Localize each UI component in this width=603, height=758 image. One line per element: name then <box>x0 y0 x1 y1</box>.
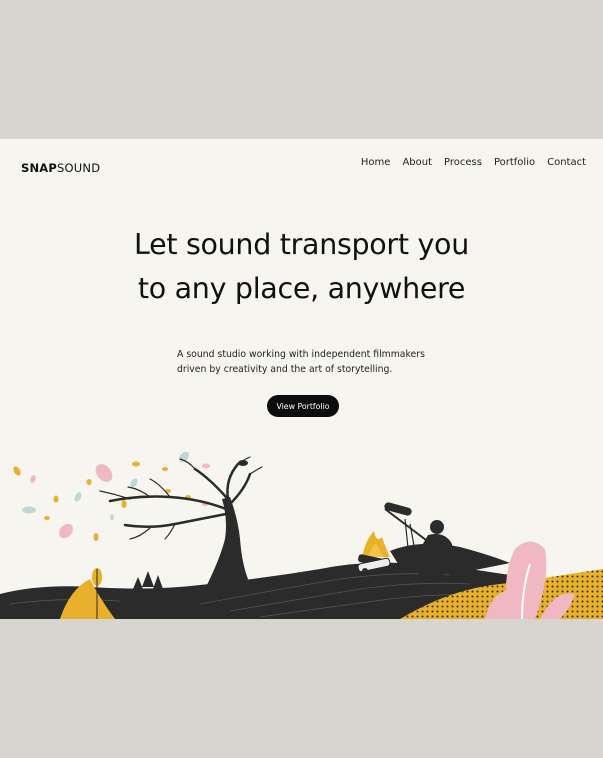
hero-subtitle: A sound studio working with independent … <box>177 347 457 377</box>
landing-page: SNAPSOUND Home About Process Portfolio C… <box>0 139 603 619</box>
tree-icon <box>99 456 263 589</box>
logo-light: SOUND <box>57 161 101 175</box>
hero-title-line1: Let sound transport you <box>134 228 469 261</box>
nav-process[interactable]: Process <box>444 157 482 168</box>
main-nav: Home About Process Portfolio Contact <box>361 157 586 168</box>
view-portfolio-button[interactable]: View Portfolio <box>267 395 339 417</box>
hero-subtitle-line1: A sound studio working with independent … <box>177 349 425 360</box>
hero-title-line2: to any place, anywhere <box>137 272 466 305</box>
nav-home[interactable]: Home <box>361 157 391 168</box>
pine-trees-icon <box>133 571 163 589</box>
nav-contact[interactable]: Contact <box>547 157 586 168</box>
hero-subtitle-line2: driven by creativity and the art of stor… <box>177 364 393 375</box>
nav-about[interactable]: About <box>402 157 432 168</box>
landscape-illustration <box>0 451 603 619</box>
bird-icon <box>238 460 248 466</box>
hero-title: Let sound transport you to any place, an… <box>0 223 603 311</box>
leaves-icon <box>13 451 210 541</box>
nav-portfolio[interactable]: Portfolio <box>494 157 535 168</box>
logo[interactable]: SNAPSOUND <box>21 161 100 175</box>
logo-bold: SNAP <box>21 161 58 175</box>
